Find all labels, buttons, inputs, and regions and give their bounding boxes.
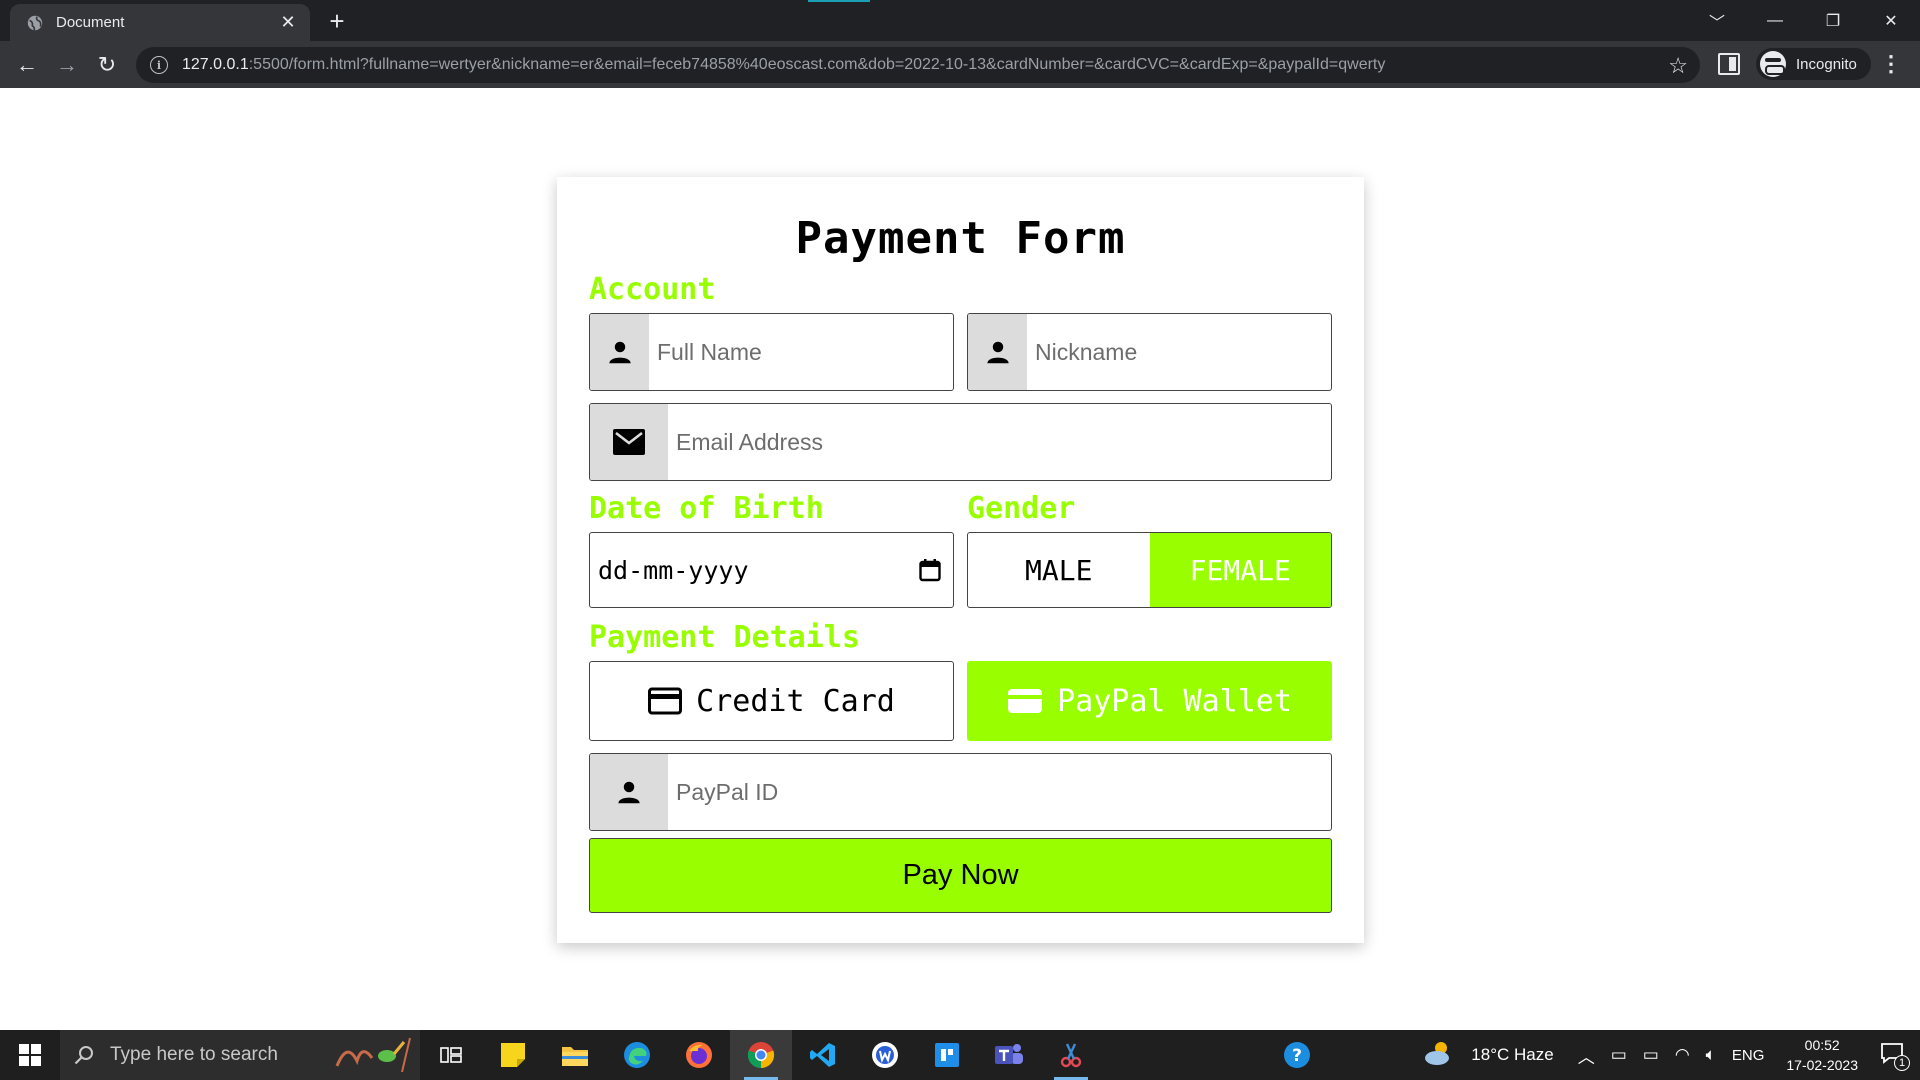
weather-icon[interactable] bbox=[1415, 1039, 1463, 1072]
forward-arrow-icon[interactable]: → bbox=[47, 45, 87, 85]
account-section-label: Account bbox=[589, 272, 716, 307]
address-bar[interactable]: i 127.0.0.1:5500/form.html?fullname=wert… bbox=[136, 47, 1700, 83]
windows-taskbar: Type here to search ? 18°C Haze ︿ ▭ ▭ ◠ … bbox=[0, 1030, 1920, 1080]
sticky-notes-icon[interactable] bbox=[482, 1030, 544, 1080]
taskbar-search-placeholder: Type here to search bbox=[110, 1044, 278, 1065]
page-title: Payment Form bbox=[795, 213, 1126, 264]
nickname-input[interactable] bbox=[1027, 314, 1331, 390]
person-icon bbox=[590, 314, 649, 390]
credit-card-label: Credit Card bbox=[696, 683, 895, 719]
email-field bbox=[589, 403, 1332, 481]
dob-gender-labels: Date of Birth Gender bbox=[589, 491, 1332, 526]
store-app-icon[interactable] bbox=[916, 1030, 978, 1080]
notification-center-icon[interactable]: 1 bbox=[1872, 1042, 1920, 1071]
vscode-icon[interactable] bbox=[792, 1030, 854, 1080]
gender-female-option[interactable]: FEMALE bbox=[1149, 533, 1331, 607]
new-tab-button[interactable]: + bbox=[322, 6, 352, 36]
person-icon bbox=[968, 314, 1027, 390]
browser-menu-icon[interactable]: ⋮ bbox=[1880, 51, 1902, 77]
restore-icon[interactable]: ❐ bbox=[1804, 11, 1862, 31]
gender-toggle: MALE FEMALE bbox=[967, 532, 1332, 608]
dob-section-label: Date of Birth bbox=[589, 491, 824, 526]
paypal-wallet-option[interactable]: PayPal Wallet bbox=[967, 661, 1332, 741]
windows-logo-icon bbox=[19, 1044, 41, 1066]
tab-search-chevron-icon[interactable]: ﹀ bbox=[1688, 9, 1746, 33]
envelope-icon bbox=[590, 404, 668, 480]
notification-count-badge: 1 bbox=[1894, 1054, 1910, 1071]
teams-icon[interactable] bbox=[978, 1030, 1040, 1080]
back-arrow-icon[interactable]: ← bbox=[7, 45, 47, 85]
site-info-icon[interactable]: i bbox=[150, 56, 168, 74]
task-view-icon[interactable] bbox=[420, 1030, 482, 1080]
url-host: 127.0.0.1 bbox=[182, 56, 249, 73]
tab-strip-accent bbox=[808, 0, 870, 2]
show-hidden-icons-chevron-icon[interactable]: ︿ bbox=[1562, 1043, 1603, 1068]
browser-toolbar: ← → ↻ i 127.0.0.1:5500/form.html?fullnam… bbox=[0, 41, 1920, 88]
chrome-icon[interactable] bbox=[730, 1030, 792, 1080]
nickname-field bbox=[967, 313, 1332, 391]
side-panel-icon[interactable] bbox=[1718, 53, 1740, 75]
wallet-icon bbox=[1008, 689, 1043, 713]
window-controls: ﹀ — ❐ ✕ bbox=[1688, 0, 1920, 41]
battery-icon[interactable]: ▭ bbox=[1635, 1045, 1667, 1065]
email-input[interactable] bbox=[668, 404, 1331, 480]
edge-browser-icon[interactable] bbox=[606, 1030, 668, 1080]
calendar-icon[interactable] bbox=[919, 558, 941, 582]
clock-time: 00:52 bbox=[1804, 1037, 1840, 1053]
dob-gender-row: dd-mm-yyyy MALE FEMALE bbox=[589, 532, 1332, 608]
help-icon[interactable]: ? bbox=[1266, 1030, 1328, 1080]
windows-start-button[interactable] bbox=[0, 1030, 60, 1080]
browser-tab-strip: Document ✕ + ﹀ — ❐ ✕ bbox=[0, 0, 1920, 41]
weather-readout[interactable]: 18°C Haze bbox=[1463, 1045, 1561, 1065]
incognito-icon bbox=[1760, 51, 1786, 77]
tab-title: Document bbox=[56, 14, 125, 31]
fullname-input[interactable] bbox=[649, 314, 953, 390]
tab-close-icon[interactable]: ✕ bbox=[278, 12, 298, 33]
minimize-icon[interactable]: — bbox=[1746, 12, 1804, 30]
person-icon bbox=[590, 754, 668, 830]
bookmark-star-icon[interactable]: ☆ bbox=[1668, 53, 1688, 79]
bird-illustration-icon bbox=[335, 1037, 411, 1073]
gender-section-label: Gender bbox=[967, 491, 1076, 526]
dob-input[interactable]: dd-mm-yyyy bbox=[589, 532, 954, 608]
system-clock[interactable]: 00:52 17-02-2023 bbox=[1772, 1035, 1872, 1075]
name-row bbox=[589, 313, 1332, 391]
gender-male-option[interactable]: MALE bbox=[968, 533, 1150, 607]
wifi-icon[interactable]: ◠ bbox=[1667, 1045, 1698, 1065]
payment-method-row: Credit Card PayPal Wallet bbox=[589, 661, 1332, 741]
paypal-wallet-label: PayPal Wallet bbox=[1057, 683, 1292, 719]
display-icon[interactable]: ▭ bbox=[1603, 1045, 1635, 1065]
fullname-field bbox=[589, 313, 954, 391]
payment-section-label: Payment Details bbox=[589, 620, 860, 655]
credit-card-option[interactable]: Credit Card bbox=[589, 661, 954, 741]
system-tray: 18°C Haze ︿ ▭ ▭ ◠ 🔈︎ ENG 00:52 17-02-202… bbox=[1415, 1030, 1920, 1080]
payment-form-card: Payment Form Account Date of Birth Gende… bbox=[557, 177, 1364, 943]
paypal-id-input[interactable] bbox=[668, 754, 1331, 830]
app-w-icon[interactable] bbox=[854, 1030, 916, 1080]
snipping-tool-icon[interactable] bbox=[1040, 1030, 1102, 1080]
incognito-profile-button[interactable]: Incognito bbox=[1756, 48, 1871, 80]
firefox-icon[interactable] bbox=[668, 1030, 730, 1080]
language-indicator[interactable]: ENG bbox=[1724, 1047, 1773, 1064]
incognito-label: Incognito bbox=[1796, 55, 1857, 73]
browser-tab[interactable]: Document ✕ bbox=[10, 4, 310, 41]
reload-icon[interactable]: ↻ bbox=[87, 45, 127, 85]
pay-now-button[interactable]: Pay Now bbox=[589, 838, 1332, 913]
globe-icon bbox=[27, 15, 43, 30]
window-close-icon[interactable]: ✕ bbox=[1862, 11, 1920, 31]
volume-icon[interactable]: 🔈︎ bbox=[1698, 1045, 1724, 1065]
dob-placeholder: dd-mm-yyyy bbox=[598, 555, 749, 585]
file-explorer-icon[interactable] bbox=[544, 1030, 606, 1080]
search-icon bbox=[74, 1046, 93, 1065]
credit-card-icon bbox=[648, 687, 683, 715]
url-path: :5500/form.html?fullname=wertyer&nicknam… bbox=[248, 56, 1386, 73]
svg-text:?: ? bbox=[1292, 1046, 1302, 1066]
clock-date: 17-02-2023 bbox=[1786, 1057, 1858, 1073]
taskbar-search[interactable]: Type here to search bbox=[60, 1030, 420, 1080]
paypal-id-field bbox=[589, 753, 1332, 831]
